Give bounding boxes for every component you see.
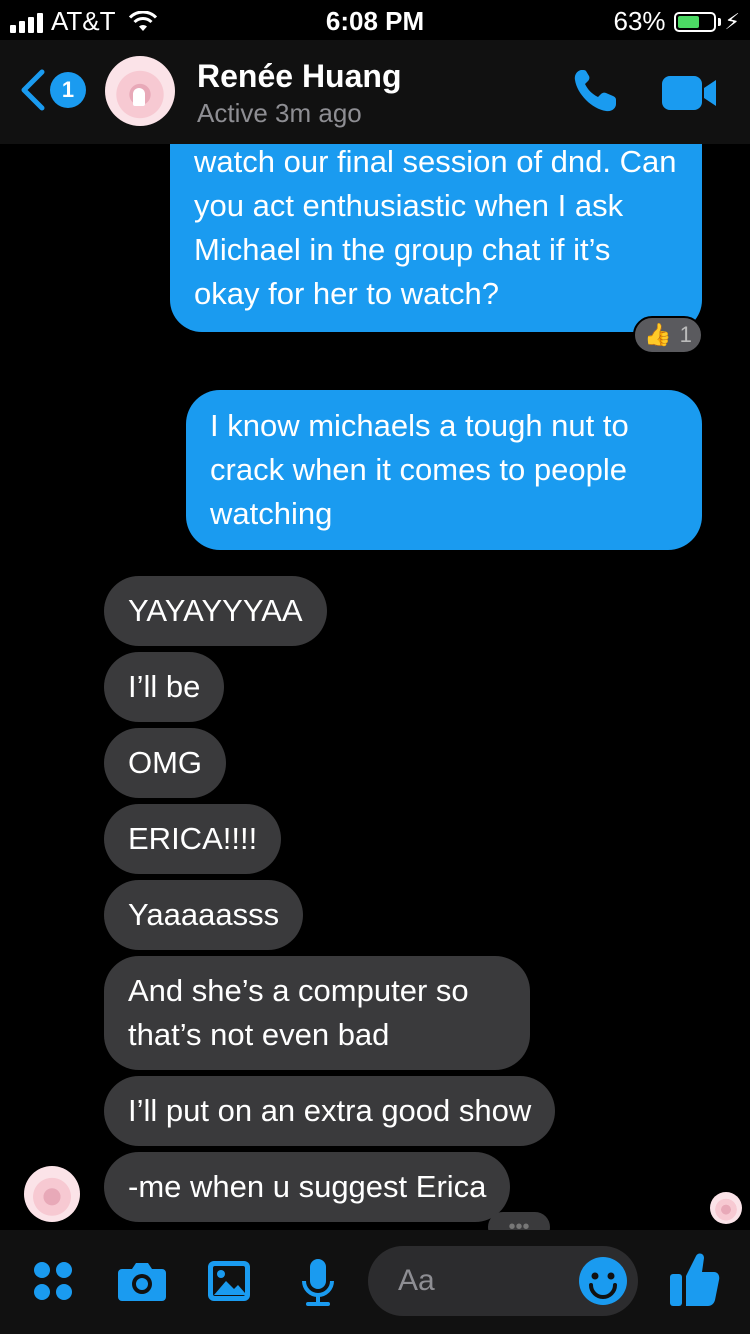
message-bubble-incoming[interactable]: -me when u suggest Erica [104, 1152, 511, 1222]
message-bubble-incoming[interactable]: Yaaaaasss [104, 880, 304, 950]
battery-tip [717, 17, 721, 26]
message-bubble-outgoing[interactable]: watch our final session of dnd. Can you … [170, 144, 702, 332]
microphone-icon[interactable] [300, 1256, 336, 1308]
message-bubble-incoming[interactable]: And she’s a computer so that’s not even … [104, 956, 530, 1070]
chevron-left-icon [21, 69, 45, 111]
image-icon[interactable] [206, 1258, 252, 1304]
message-bubble-incoming[interactable]: YAYAYYYAA [104, 576, 327, 646]
status-right: 63% ⚡ [614, 6, 741, 37]
back-button[interactable]: 1 [18, 68, 86, 112]
message-bubble-incoming[interactable]: I’ll be [104, 652, 225, 722]
thumbs-up-emoji: 👍 [644, 322, 672, 347]
camera-icon[interactable] [116, 1258, 168, 1304]
battery-icon [673, 11, 716, 32]
sender-avatar[interactable] [24, 1166, 80, 1222]
message-bubble-outgoing[interactable]: I know michaels a tough nut to crack whe… [186, 390, 702, 550]
video-camera-icon[interactable] [660, 72, 720, 114]
reaction-count: 1 [679, 322, 692, 347]
unread-badge: 1 [50, 72, 86, 108]
status-bar: AT&T 6:08 PM 63% ⚡ [0, 0, 750, 40]
phone-icon[interactable] [568, 64, 622, 118]
message-list[interactable]: watch our final session of dnd. Can you … [0, 144, 750, 1230]
contact-name[interactable]: Renée Huang [197, 58, 401, 95]
read-receipt-avatar [710, 1192, 742, 1224]
reaction-badge[interactable]: 👍 1 [633, 316, 703, 354]
message-bubble-incoming[interactable]: I’ll put on an extra good show [104, 1076, 556, 1146]
smiley-icon[interactable] [578, 1256, 628, 1306]
message-bubble-incoming[interactable]: OMG [104, 728, 227, 798]
conversation-header: 1 Renée Huang Active 3m ago [0, 40, 750, 144]
message-bubble-incoming[interactable]: ERICA!!!! [104, 804, 282, 874]
battery-percent: 63% [613, 6, 666, 36]
charging-icon: ⚡ [724, 8, 740, 34]
avatar[interactable] [105, 56, 175, 126]
thumbs-up-icon[interactable] [668, 1250, 720, 1308]
typing-indicator: ••• [488, 1212, 550, 1230]
active-status: Active 3m ago [197, 98, 362, 128]
apps-icon[interactable] [32, 1260, 76, 1304]
composer-bar: Aa [0, 1230, 750, 1334]
